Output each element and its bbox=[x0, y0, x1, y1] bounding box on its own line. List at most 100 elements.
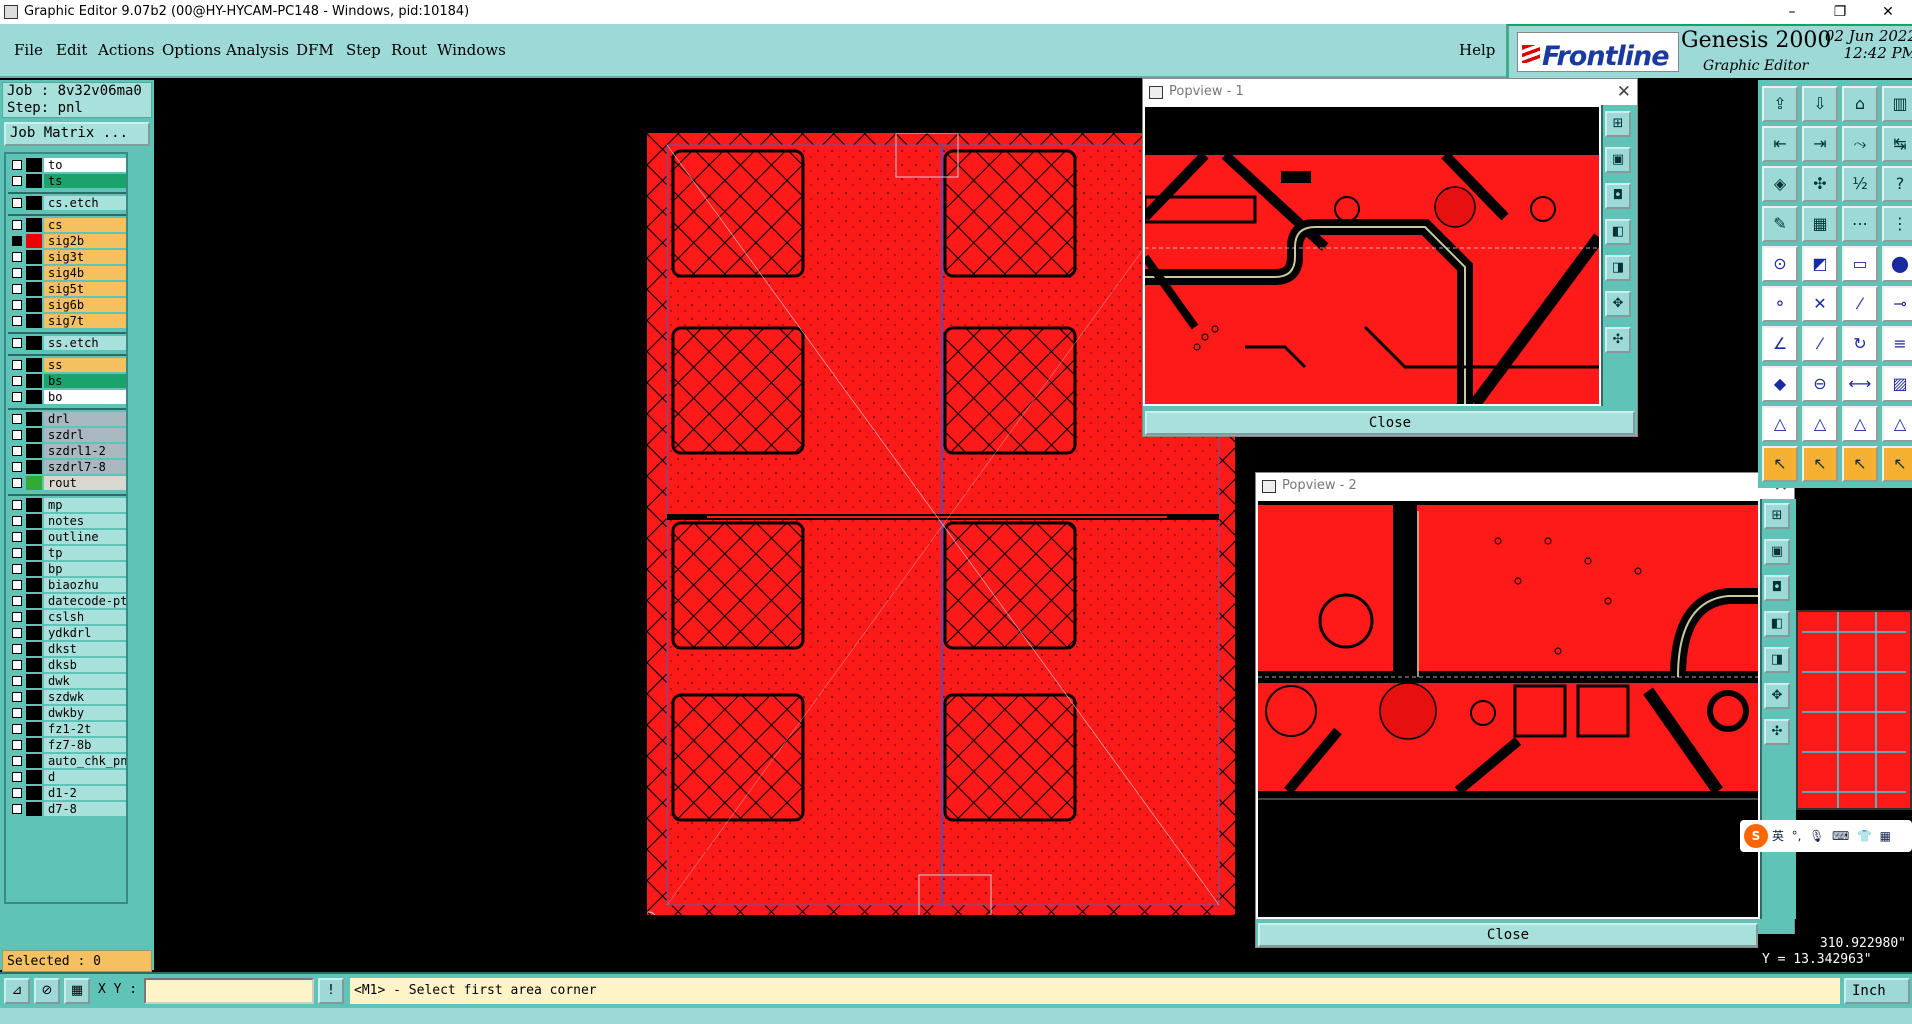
layer-row[interactable]: bp bbox=[8, 562, 126, 576]
toolbar-tool-icon[interactable]: ⋯ bbox=[1842, 206, 1878, 242]
layer-color-swatch[interactable] bbox=[26, 530, 42, 544]
layer-row[interactable]: cslsh bbox=[8, 610, 126, 624]
layer-checkbox[interactable] bbox=[12, 756, 22, 766]
layer-checkbox[interactable] bbox=[12, 628, 22, 638]
layer-checkbox[interactable] bbox=[12, 516, 22, 526]
menu-edit[interactable]: Edit bbox=[56, 41, 87, 59]
layer-row[interactable]: sig3t bbox=[8, 250, 126, 264]
layer-row[interactable]: fz7-8b bbox=[8, 738, 126, 752]
layer-name[interactable]: sig4b bbox=[44, 266, 126, 280]
layer-color-swatch[interactable] bbox=[26, 336, 42, 350]
layer-name[interactable]: outline bbox=[44, 530, 126, 544]
toolbar-tool-icon[interactable]: ↖ bbox=[1802, 446, 1838, 482]
layer-row[interactable]: sig6b bbox=[8, 298, 126, 312]
layer-row[interactable]: dksb bbox=[8, 658, 126, 672]
layer-checkbox[interactable] bbox=[12, 338, 22, 348]
layer-checkbox[interactable] bbox=[12, 612, 22, 622]
layer-color-swatch[interactable] bbox=[26, 706, 42, 720]
layer-color-swatch[interactable] bbox=[26, 476, 42, 490]
layer-name[interactable]: rout bbox=[44, 476, 126, 490]
popview-1-close-button[interactable]: Close bbox=[1145, 411, 1635, 435]
popview-2-close-button[interactable]: Close bbox=[1258, 923, 1758, 947]
toolbar-tool-icon[interactable]: ▦ bbox=[1802, 206, 1838, 242]
popview-zoom-in-button[interactable]: ▣ bbox=[1764, 539, 1790, 565]
layer-name[interactable]: drl bbox=[44, 412, 126, 426]
toolbar-tool-icon[interactable]: ↖ bbox=[1882, 446, 1912, 482]
layer-name[interactable]: sig5t bbox=[44, 282, 126, 296]
popview-center-button[interactable]: ✣ bbox=[1605, 327, 1631, 353]
layer-row[interactable]: sig4b bbox=[8, 266, 126, 280]
layer-row[interactable]: sig7t bbox=[8, 314, 126, 328]
layer-color-swatch[interactable] bbox=[26, 282, 42, 296]
angle-icon[interactable]: ⊘ bbox=[34, 978, 60, 1004]
layer-checkbox[interactable] bbox=[12, 676, 22, 686]
minimize-button[interactable]: – bbox=[1772, 0, 1812, 24]
toolbar-tool-icon[interactable]: ◈ bbox=[1762, 166, 1798, 202]
popview-pan-left-button[interactable]: ◧ bbox=[1605, 219, 1631, 245]
layer-name[interactable]: cs.etch bbox=[44, 196, 126, 210]
toolbar-tool-icon[interactable]: ✣ bbox=[1802, 166, 1838, 202]
toolbar-tool-icon[interactable]: ▥ bbox=[1882, 86, 1912, 122]
layer-color-swatch[interactable] bbox=[26, 250, 42, 264]
popview-zoom-fit-button[interactable]: ⊞ bbox=[1605, 111, 1631, 137]
popview-2-view[interactable] bbox=[1256, 499, 1760, 919]
toolbar-tool-icon[interactable]: ⁄ bbox=[1842, 286, 1878, 322]
menu-rout[interactable]: Rout bbox=[391, 41, 427, 59]
layer-color-swatch[interactable] bbox=[26, 514, 42, 528]
layer-checkbox[interactable] bbox=[12, 660, 22, 670]
layer-color-swatch[interactable] bbox=[26, 642, 42, 656]
layer-row[interactable]: d bbox=[8, 770, 126, 784]
menu-windows[interactable]: Windows bbox=[437, 41, 506, 59]
toolbar-tool-icon[interactable]: ≡ bbox=[1882, 326, 1912, 362]
layer-name[interactable]: notes bbox=[44, 514, 126, 528]
layer-name[interactable]: tp bbox=[44, 546, 126, 560]
unit-selector[interactable]: Inch bbox=[1844, 978, 1910, 1004]
layer-color-swatch[interactable] bbox=[26, 562, 42, 576]
job-matrix-button[interactable]: Job Matrix ... bbox=[4, 122, 150, 146]
toolbar-tool-icon[interactable]: ⊸ bbox=[1882, 286, 1912, 322]
menu-step[interactable]: Step bbox=[346, 41, 381, 59]
menu-options[interactable]: Options bbox=[162, 41, 221, 59]
layer-checkbox[interactable] bbox=[12, 532, 22, 542]
layer-row[interactable]: dwk bbox=[8, 674, 126, 688]
toolbar-tool-icon[interactable]: ▨ bbox=[1882, 366, 1912, 402]
layer-color-swatch[interactable] bbox=[26, 428, 42, 442]
layer-color-swatch[interactable] bbox=[26, 218, 42, 232]
layer-row[interactable]: d1-2 bbox=[8, 786, 126, 800]
layer-checkbox[interactable] bbox=[12, 500, 22, 510]
layer-row[interactable]: d7-8 bbox=[8, 802, 126, 816]
layer-checkbox[interactable] bbox=[12, 644, 22, 654]
toolbar-tool-icon[interactable]: ? bbox=[1882, 166, 1912, 202]
menu-dfm[interactable]: DFM bbox=[296, 41, 334, 59]
popview-zoom-out-button[interactable]: ◘ bbox=[1764, 575, 1790, 601]
layer-checkbox[interactable] bbox=[12, 564, 22, 574]
toolbar-tool-icon[interactable]: ✕ bbox=[1802, 286, 1838, 322]
layer-row[interactable]: ydkdrl bbox=[8, 626, 126, 640]
layer-checkbox[interactable] bbox=[12, 392, 22, 402]
layer-color-swatch[interactable] bbox=[26, 174, 42, 188]
layer-color-swatch[interactable] bbox=[26, 444, 42, 458]
layer-name[interactable]: bo bbox=[44, 390, 126, 404]
toolbar-tool-icon[interactable]: ⁄ bbox=[1802, 326, 1838, 362]
layer-name[interactable]: dksb bbox=[44, 658, 126, 672]
layer-color-swatch[interactable] bbox=[26, 158, 42, 172]
layer-row[interactable]: datecode-pth bbox=[8, 594, 126, 608]
grid-snap-icon[interactable]: ▦ bbox=[64, 978, 90, 1004]
layer-row[interactable]: bs bbox=[8, 374, 126, 388]
popview-zoom-fit-button[interactable]: ⊞ bbox=[1764, 503, 1790, 529]
toolbar-tool-icon[interactable]: ⬤ bbox=[1882, 246, 1912, 282]
toolbar-tool-icon[interactable]: ◆ bbox=[1762, 366, 1798, 402]
layer-color-swatch[interactable] bbox=[26, 610, 42, 624]
layer-row[interactable]: szdrl1-2 bbox=[8, 444, 126, 458]
popview-zoom-out-button[interactable]: ◘ bbox=[1605, 183, 1631, 209]
layer-color-swatch[interactable] bbox=[26, 738, 42, 752]
layer-row[interactable]: sig2b bbox=[8, 234, 126, 248]
layer-checkbox[interactable] bbox=[12, 284, 22, 294]
layer-checkbox[interactable] bbox=[12, 772, 22, 782]
toolbar-tool-icon[interactable]: △ bbox=[1882, 406, 1912, 442]
toolbar-tool-icon[interactable]: ½ bbox=[1842, 166, 1878, 202]
layer-name[interactable]: szdrl1-2 bbox=[44, 444, 126, 458]
close-window-button[interactable]: ✕ bbox=[1868, 0, 1908, 24]
layer-color-swatch[interactable] bbox=[26, 674, 42, 688]
layer-row[interactable]: auto_chk_pnl bbox=[8, 754, 126, 768]
